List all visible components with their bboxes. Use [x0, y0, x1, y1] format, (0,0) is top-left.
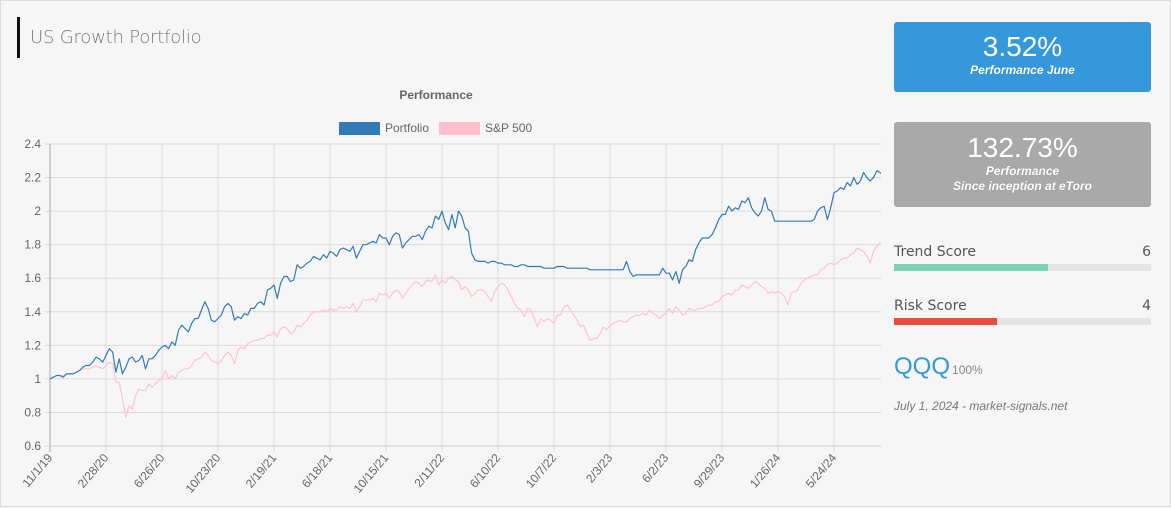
monthly-performance-label: Performance June	[970, 63, 1075, 77]
allocation-weight: 100%	[952, 363, 983, 377]
y-tick-label: 2.2	[24, 171, 41, 185]
monthly-performance-value: 3.52%	[982, 31, 1063, 62]
y-tick-label: 0.8	[24, 405, 41, 419]
series-line-sp500	[49, 241, 881, 419]
x-tick-label: 1/26/24	[747, 451, 784, 491]
chart-legend: Portfolio S&P 500	[339, 121, 532, 135]
x-tick-label: 10/7/22	[523, 451, 560, 491]
x-axis-ticks: 11/1/19 2/28/20 6/26/20 10/23/20 2/19/21 6/18…	[19, 451, 839, 496]
x-tick-label: 9/29/23	[691, 451, 728, 491]
chart-title: Performance	[399, 88, 473, 102]
y-tick-label: 2	[34, 204, 41, 218]
legend-label-sp500: S&P 500	[485, 121, 532, 135]
x-tick-label: 6/26/20	[131, 451, 168, 491]
x-tick-label: 10/23/20	[183, 451, 224, 496]
footer-date-source: July 1, 2024 - market-signals.net	[894, 399, 1068, 413]
x-tick-label: 6/18/21	[299, 451, 336, 491]
inception-performance-value: 132.73%	[967, 132, 1078, 163]
performance-chart: Performance Portfolio S&P 500 2.4 2.2 2 1.8…	[19, 88, 881, 496]
series-line-portfolio	[49, 170, 881, 380]
monthly-performance-card: 3.52% Performance June	[894, 22, 1151, 92]
inception-performance-label-1: Performance	[985, 164, 1060, 178]
x-tick-label: 2/19/21	[243, 451, 280, 491]
trend-score-bar	[894, 264, 1151, 271]
y-tick-label: 1.6	[24, 271, 41, 285]
x-tick-label: 11/1/19	[19, 451, 55, 490]
legend-item-sp500[interactable]: S&P 500	[439, 121, 532, 135]
risk-score-fill	[894, 318, 997, 325]
legend-swatch-portfolio	[339, 122, 380, 135]
x-tick-label: 2/28/20	[75, 451, 112, 491]
trend-score-value: 6	[1142, 244, 1151, 260]
y-tick-label: 1.8	[24, 238, 41, 252]
portfolio-panel: US Growth Portfolio Performance Portfoli…	[0, 0, 1171, 507]
x-tick-label: 10/15/21	[351, 451, 392, 496]
x-tick-label: 2/11/22	[411, 451, 447, 490]
trend-score-label: Trend Score	[894, 244, 976, 260]
inception-performance-card: 132.73% Performance Since inception at e…	[894, 122, 1151, 207]
y-tick-label: 1.4	[24, 305, 41, 319]
legend-swatch-sp500	[439, 122, 480, 135]
inception-performance-label-2: Since inception at eToro	[953, 179, 1092, 193]
allocation: QQQ 100%	[894, 353, 983, 381]
legend-label-portfolio: Portfolio	[385, 121, 429, 135]
y-axis-ticks: 2.4 2.2 2 1.8 1.6 1.4 1.2 1 0.8 0.6	[24, 137, 41, 453]
y-tick-label: 0.6	[24, 439, 41, 453]
allocation-ticker[interactable]: QQQ	[894, 353, 950, 380]
x-tick-label: 2/3/23	[583, 451, 615, 486]
risk-score-value: 4	[1142, 298, 1151, 314]
y-tick-label: 1	[34, 372, 41, 386]
y-tick-label: 1.2	[24, 338, 41, 352]
y-tick-label: 2.4	[24, 137, 41, 151]
risk-score-label: Risk Score	[894, 298, 967, 314]
legend-item-portfolio[interactable]: Portfolio	[339, 121, 429, 135]
trend-score-fill	[894, 264, 1049, 271]
x-tick-label: 5/24/24	[803, 451, 840, 491]
x-tick-label: 6/2/23	[639, 451, 671, 486]
chart-grid	[45, 143, 881, 452]
x-tick-label: 6/10/22	[467, 451, 504, 491]
risk-score-bar	[894, 318, 1151, 325]
